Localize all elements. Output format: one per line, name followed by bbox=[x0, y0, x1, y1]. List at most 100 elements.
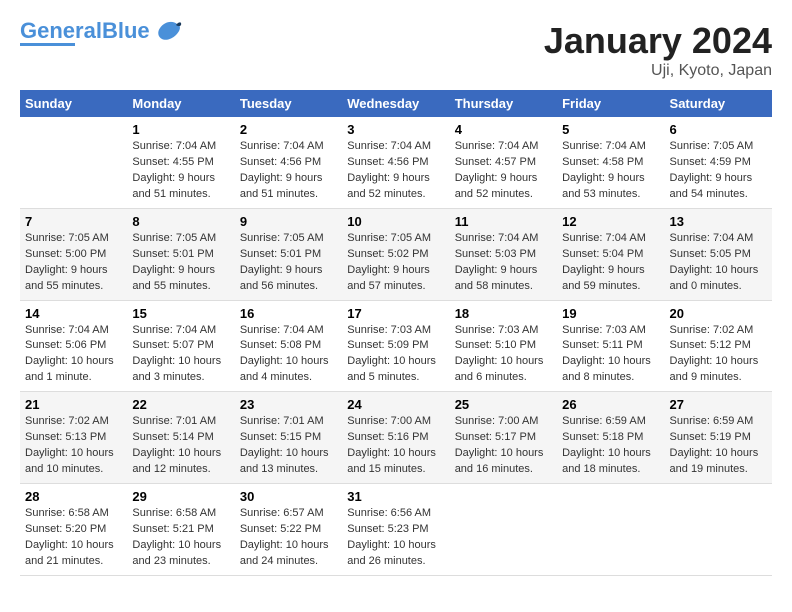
calendar-cell: 10 Sunrise: 7:05 AM Sunset: 5:02 PM Dayli… bbox=[342, 208, 449, 300]
calendar-cell bbox=[557, 484, 664, 576]
calendar-week-row: 21 Sunrise: 7:02 AM Sunset: 5:13 PM Dayli… bbox=[20, 392, 772, 484]
page-header: GeneralBlue January 2024 Uji, Kyoto, Jap… bbox=[20, 20, 772, 80]
day-info: Sunrise: 7:01 AM Sunset: 5:14 PM Dayligh… bbox=[132, 414, 229, 478]
day-info: Sunrise: 7:04 AM Sunset: 4:57 PM Dayligh… bbox=[455, 139, 552, 203]
calendar-cell: 30 Sunrise: 6:57 AM Sunset: 5:22 PM Dayli… bbox=[235, 484, 342, 576]
calendar-cell: 21 Sunrise: 7:02 AM Sunset: 5:13 PM Dayli… bbox=[20, 392, 127, 484]
day-info: Sunrise: 7:05 AM Sunset: 5:02 PM Dayligh… bbox=[347, 231, 444, 295]
day-number: 22 bbox=[132, 397, 229, 412]
day-info: Sunrise: 7:05 AM Sunset: 5:01 PM Dayligh… bbox=[240, 231, 337, 295]
calendar-cell bbox=[20, 117, 127, 208]
calendar-cell: 3 Sunrise: 7:04 AM Sunset: 4:56 PM Daylig… bbox=[342, 117, 449, 208]
day-number: 4 bbox=[455, 122, 552, 137]
day-info: Sunrise: 7:04 AM Sunset: 5:06 PM Dayligh… bbox=[25, 323, 122, 387]
calendar-table: Sunday Monday Tuesday Wednesday Thursday… bbox=[20, 90, 772, 576]
day-info: Sunrise: 7:01 AM Sunset: 5:15 PM Dayligh… bbox=[240, 414, 337, 478]
calendar-cell: 24 Sunrise: 7:00 AM Sunset: 5:16 PM Dayli… bbox=[342, 392, 449, 484]
day-number: 14 bbox=[25, 306, 122, 321]
day-info: Sunrise: 7:04 AM Sunset: 4:56 PM Dayligh… bbox=[347, 139, 444, 203]
calendar-cell: 9 Sunrise: 7:05 AM Sunset: 5:01 PM Daylig… bbox=[235, 208, 342, 300]
day-info: Sunrise: 7:05 AM Sunset: 4:59 PM Dayligh… bbox=[670, 139, 767, 203]
title-block: January 2024 Uji, Kyoto, Japan bbox=[544, 20, 772, 80]
day-number: 24 bbox=[347, 397, 444, 412]
day-number: 30 bbox=[240, 489, 337, 504]
calendar-cell: 19Sunrise: 7:03 AM Sunset: 5:11 PM Dayli… bbox=[557, 300, 664, 392]
calendar-title: January 2024 bbox=[544, 20, 772, 62]
calendar-week-row: 14 Sunrise: 7:04 AM Sunset: 5:06 PM Dayli… bbox=[20, 300, 772, 392]
col-friday: Friday bbox=[557, 90, 664, 117]
day-info: Sunrise: 7:02 AM Sunset: 5:12 PM Dayligh… bbox=[670, 323, 767, 387]
day-info: Sunrise: 7:04 AM Sunset: 4:55 PM Dayligh… bbox=[132, 139, 229, 203]
calendar-cell: 25Sunrise: 7:00 AM Sunset: 5:17 PM Dayli… bbox=[450, 392, 557, 484]
calendar-cell bbox=[665, 484, 772, 576]
calendar-cell: 6 Sunrise: 7:05 AM Sunset: 4:59 PM Daylig… bbox=[665, 117, 772, 208]
calendar-week-row: 1 Sunrise: 7:04 AM Sunset: 4:55 PM Daylig… bbox=[20, 117, 772, 208]
day-info: Sunrise: 7:03 AM Sunset: 5:10 PM Dayligh… bbox=[455, 323, 552, 387]
calendar-cell: 13Sunrise: 7:04 AM Sunset: 5:05 PM Dayli… bbox=[665, 208, 772, 300]
calendar-cell: 23 Sunrise: 7:01 AM Sunset: 5:15 PM Dayli… bbox=[235, 392, 342, 484]
logo-text: GeneralBlue bbox=[20, 20, 150, 42]
calendar-cell: 2 Sunrise: 7:04 AM Sunset: 4:56 PM Daylig… bbox=[235, 117, 342, 208]
calendar-cell: 15 Sunrise: 7:04 AM Sunset: 5:07 PM Dayli… bbox=[127, 300, 234, 392]
calendar-cell: 7 Sunrise: 7:05 AM Sunset: 5:00 PM Daylig… bbox=[20, 208, 127, 300]
day-number: 9 bbox=[240, 214, 337, 229]
day-info: Sunrise: 7:03 AM Sunset: 5:09 PM Dayligh… bbox=[347, 323, 444, 387]
day-info: Sunrise: 7:00 AM Sunset: 5:17 PM Dayligh… bbox=[455, 414, 552, 478]
day-number: 10 bbox=[347, 214, 444, 229]
day-number: 1 bbox=[132, 122, 229, 137]
day-number: 7 bbox=[25, 214, 122, 229]
calendar-week-row: 7 Sunrise: 7:05 AM Sunset: 5:00 PM Daylig… bbox=[20, 208, 772, 300]
day-info: Sunrise: 6:58 AM Sunset: 5:21 PM Dayligh… bbox=[132, 506, 229, 570]
day-info: Sunrise: 7:05 AM Sunset: 5:01 PM Dayligh… bbox=[132, 231, 229, 295]
day-number: 15 bbox=[132, 306, 229, 321]
col-wednesday: Wednesday bbox=[342, 90, 449, 117]
day-info: Sunrise: 6:58 AM Sunset: 5:20 PM Dayligh… bbox=[25, 506, 122, 570]
calendar-header-row: Sunday Monday Tuesday Wednesday Thursday… bbox=[20, 90, 772, 117]
col-monday: Monday bbox=[127, 90, 234, 117]
calendar-subtitle: Uji, Kyoto, Japan bbox=[544, 62, 772, 80]
calendar-cell: 4 Sunrise: 7:04 AM Sunset: 4:57 PM Daylig… bbox=[450, 117, 557, 208]
calendar-cell: 27Sunrise: 6:59 AM Sunset: 5:19 PM Dayli… bbox=[665, 392, 772, 484]
calendar-cell: 22 Sunrise: 7:01 AM Sunset: 5:14 PM Dayli… bbox=[127, 392, 234, 484]
day-info: Sunrise: 7:02 AM Sunset: 5:13 PM Dayligh… bbox=[25, 414, 122, 478]
day-info: Sunrise: 7:04 AM Sunset: 4:58 PM Dayligh… bbox=[562, 139, 659, 203]
day-info: Sunrise: 7:05 AM Sunset: 5:00 PM Dayligh… bbox=[25, 231, 122, 295]
col-sunday: Sunday bbox=[20, 90, 127, 117]
day-number: 26 bbox=[562, 397, 659, 412]
calendar-cell: 11Sunrise: 7:04 AM Sunset: 5:03 PM Dayli… bbox=[450, 208, 557, 300]
day-info: Sunrise: 7:04 AM Sunset: 5:03 PM Dayligh… bbox=[455, 231, 552, 295]
calendar-cell: 5 Sunrise: 7:04 AM Sunset: 4:58 PM Daylig… bbox=[557, 117, 664, 208]
day-number: 23 bbox=[240, 397, 337, 412]
day-info: Sunrise: 7:04 AM Sunset: 5:07 PM Dayligh… bbox=[132, 323, 229, 387]
col-tuesday: Tuesday bbox=[235, 90, 342, 117]
calendar-cell: 29 Sunrise: 6:58 AM Sunset: 5:21 PM Dayli… bbox=[127, 484, 234, 576]
day-info: Sunrise: 7:04 AM Sunset: 4:56 PM Dayligh… bbox=[240, 139, 337, 203]
day-info: Sunrise: 6:59 AM Sunset: 5:18 PM Dayligh… bbox=[562, 414, 659, 478]
day-number: 3 bbox=[347, 122, 444, 137]
day-info: Sunrise: 7:04 AM Sunset: 5:04 PM Dayligh… bbox=[562, 231, 659, 295]
calendar-cell: 26 Sunrise: 6:59 AM Sunset: 5:18 PM Dayli… bbox=[557, 392, 664, 484]
day-number: 18 bbox=[455, 306, 552, 321]
day-number: 20 bbox=[670, 306, 767, 321]
logo: GeneralBlue bbox=[20, 20, 182, 46]
calendar-cell: 1 Sunrise: 7:04 AM Sunset: 4:55 PM Daylig… bbox=[127, 117, 234, 208]
calendar-cell: 12 Sunrise: 7:04 AM Sunset: 5:04 PM Dayli… bbox=[557, 208, 664, 300]
day-info: Sunrise: 6:59 AM Sunset: 5:19 PM Dayligh… bbox=[670, 414, 767, 478]
day-number: 17 bbox=[347, 306, 444, 321]
day-number: 2 bbox=[240, 122, 337, 137]
day-number: 21 bbox=[25, 397, 122, 412]
day-info: Sunrise: 6:57 AM Sunset: 5:22 PM Dayligh… bbox=[240, 506, 337, 570]
day-info: Sunrise: 6:56 AM Sunset: 5:23 PM Dayligh… bbox=[347, 506, 444, 570]
day-number: 13 bbox=[670, 214, 767, 229]
calendar-cell: 17 Sunrise: 7:03 AM Sunset: 5:09 PM Dayli… bbox=[342, 300, 449, 392]
day-number: 19 bbox=[562, 306, 659, 321]
day-number: 12 bbox=[562, 214, 659, 229]
day-number: 6 bbox=[670, 122, 767, 137]
day-number: 31 bbox=[347, 489, 444, 504]
day-info: Sunrise: 7:00 AM Sunset: 5:16 PM Dayligh… bbox=[347, 414, 444, 478]
day-number: 5 bbox=[562, 122, 659, 137]
calendar-cell: 18 Sunrise: 7:03 AM Sunset: 5:10 PM Dayli… bbox=[450, 300, 557, 392]
logo-bird-icon bbox=[152, 20, 182, 42]
day-number: 29 bbox=[132, 489, 229, 504]
calendar-cell: 28Sunrise: 6:58 AM Sunset: 5:20 PM Dayli… bbox=[20, 484, 127, 576]
